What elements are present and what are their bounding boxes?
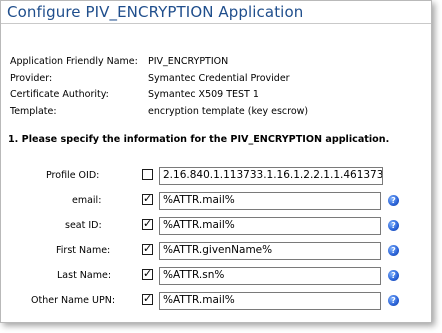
info-label: Template: [10,105,57,117]
seat-id-checkbox[interactable]: ✓ [142,217,153,230]
field-label: Last Name: [57,270,112,281]
info-label: Provider: [10,72,53,84]
last-name-input[interactable]: %ATTR.sn% [159,267,381,285]
help-icon[interactable]: ? [388,245,399,256]
first-name-checkbox[interactable]: ✓ [142,242,153,255]
help-icon[interactable]: ? [388,195,399,206]
info-row-friendly-name: Application Friendly Name: PIV_ENCRYPTIO… [10,54,308,71]
seat-id-input[interactable]: %ATTR.mail% [159,217,381,235]
info-label: Certificate Authority: [10,89,109,100]
field-row-profile-oid: Profile OID: 2.16.840.1.113733.1.16.1.2.… [1,167,431,187]
email-checkbox[interactable]: ✓ [142,192,153,205]
field-label: Other Name UPN: [31,295,116,306]
info-value: encryption template (key escrow) [148,105,309,117]
info-row-provider: Provider: Symantec Credential Provider [10,71,308,88]
info-value: PIV_ENCRYPTION [148,56,229,67]
info-row-certificate-authority: Certificate Authority: Symantec X509 TES… [10,87,308,104]
checkmark-icon: ✓ [143,292,153,305]
field-row-other-name-upn: Other Name UPN: ✓ %ATTR.mail% ? [1,292,431,312]
info-row-template: Template: encryption template (key escro… [10,104,308,121]
field-row-seat-id: seat ID: ✓ %ATTR.mail% ? [1,217,431,237]
dialog-frame: Configure PIV_ENCRYPTION Application App… [0,0,432,323]
checkmark-icon: ✓ [143,192,153,205]
last-name-checkbox[interactable]: ✓ [142,267,153,280]
field-label: First Name: [56,245,111,256]
first-name-input[interactable]: %ATTR.givenName% [159,242,381,260]
field-label: seat ID: [65,220,102,231]
field-row-last-name: Last Name: ✓ %ATTR.sn% ? [1,267,431,287]
page-title: Configure PIV_ENCRYPTION Application [7,3,304,21]
checkmark-icon: ✓ [143,267,153,280]
info-value: Symantec Credential Provider [148,72,290,84]
field-row-first-name: First Name: ✓ %ATTR.givenName% ? [1,242,431,262]
help-icon[interactable]: ? [388,220,399,231]
profile-oid-input[interactable]: 2.16.840.1.113733.1.16.1.2.2.1.1.4613734 [159,167,383,185]
field-label: email: [72,195,102,206]
other-name-upn-input[interactable]: %ATTR.mail% [159,292,381,310]
title-divider [1,23,431,24]
field-label: Profile OID: [46,170,100,181]
email-input[interactable]: %ATTR.mail% [159,192,381,210]
checkmark-icon: ✓ [143,217,153,230]
step-heading: 1. Please specify the information for th… [8,134,390,145]
help-icon[interactable]: ? [388,270,399,281]
profile-oid-checkbox[interactable] [142,169,153,180]
application-info: Application Friendly Name: PIV_ENCRYPTIO… [10,54,308,120]
field-row-email: email: ✓ %ATTR.mail% ? [1,192,431,212]
other-name-upn-checkbox[interactable]: ✓ [142,292,153,305]
checkmark-icon: ✓ [143,242,153,255]
info-value: Symantec X509 TEST 1 [148,89,259,100]
info-label: Application Friendly Name: [10,56,138,67]
help-icon[interactable]: ? [388,295,399,306]
